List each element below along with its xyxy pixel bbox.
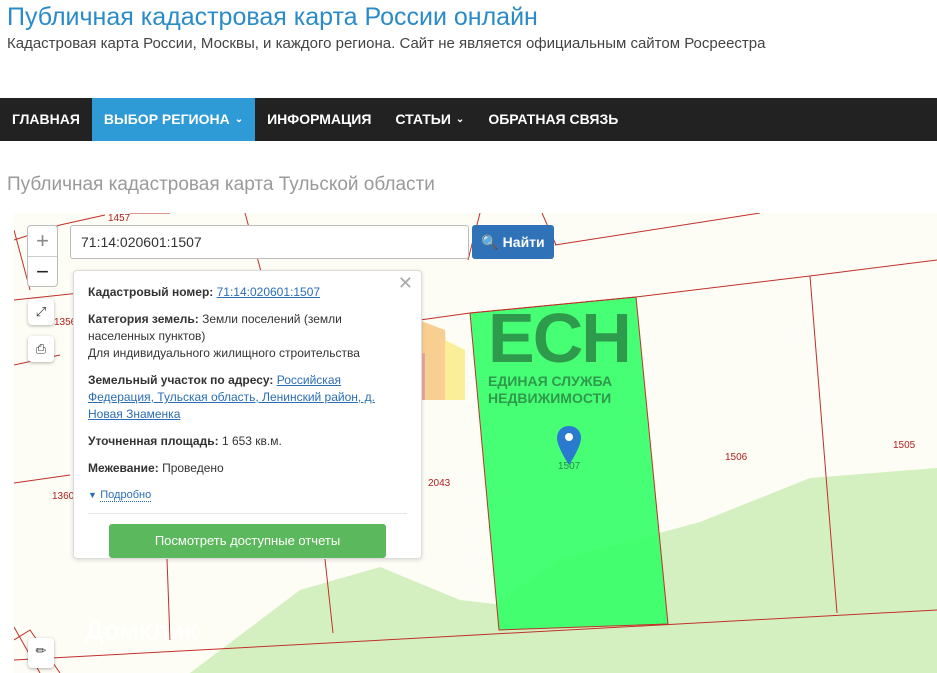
nav-label: ГЛАВНАЯ (12, 111, 80, 127)
field-value: 1 653 кв.м. (221, 434, 282, 448)
parcel-label: 1505 (893, 440, 916, 451)
nav-label: ВЫБОР РЕГИОНА (103, 111, 230, 127)
nav-home[interactable]: ГЛАВНАЯ (0, 98, 92, 141)
site-title[interactable]: Публичная кадастровая карта России онлай… (7, 3, 538, 32)
nav-label: ИНФОРМАЦИЯ (267, 111, 372, 127)
cadastral-number-link[interactable]: 71:14:020601:1507 (217, 285, 320, 299)
more-toggle[interactable]: ▼ Подробно (88, 487, 407, 502)
field-value: Проведено (162, 461, 224, 475)
fullscreen-icon[interactable]: ⤢ (28, 299, 54, 325)
cadastral-search-input[interactable]: 71:14:020601:1507 (70, 225, 469, 259)
esn-logo: ЕСН ЕДИНАЯ СЛУЖБА НЕДВИЖИМОСТИ (488, 299, 632, 407)
map-marker-icon[interactable] (555, 425, 583, 470)
logo-text: НЕДВИЖИМОСТИ (488, 390, 612, 406)
find-label: Найти (502, 234, 545, 250)
cadastral-number-row: Кадастровый номер: 71:14:020601:1507 (88, 284, 407, 301)
field-label: Уточненная площадь: (88, 434, 219, 448)
parcel-label: 1506 (725, 452, 748, 463)
field-value: Для индивидуального жилищного строительс… (88, 346, 360, 360)
find-button[interactable]: 🔍 Найти (472, 225, 554, 259)
more-link[interactable]: Подробно (100, 489, 152, 502)
view-reports-button[interactable]: Посмотреть доступные отчеты (109, 524, 386, 558)
area-row: Уточненная площадь: 1 653 кв.м. (88, 433, 407, 450)
zoom-out-button[interactable]: − (28, 256, 57, 286)
field-label: Земельный участок по адресу: (88, 373, 274, 387)
divider (88, 513, 407, 514)
parcel-label: 2043 (428, 478, 451, 489)
nav-feedback[interactable]: ОБРАТНАЯ СВЯЗЬ (476, 98, 630, 141)
close-icon[interactable]: ✕ (398, 273, 413, 294)
address-row: Земельный участок по адресу: Российская … (88, 372, 407, 423)
nav-label: СТАТЬИ (395, 111, 451, 127)
parcel-info-popup: ✕ Кадастровый номер: 71:14:020601:1507 К… (73, 270, 422, 559)
ruler-icon[interactable]: ✏ (28, 638, 54, 668)
zoom-in-button[interactable]: + (28, 226, 57, 256)
parcel-label: 1457 (108, 213, 131, 224)
site-subtitle: Кадастровая карта России, Москвы, и кажд… (7, 35, 766, 52)
field-label: Кадастровый номер: (88, 285, 214, 299)
chevron-down-icon: ⌄ (234, 114, 244, 125)
nav-info[interactable]: ИНФОРМАЦИЯ (255, 98, 383, 141)
nav-region[interactable]: ВЫБОР РЕГИОНА ⌄ (91, 98, 256, 141)
caret-down-icon: ▼ (88, 490, 97, 500)
nav-articles[interactable]: СТАТЬИ ⌄ (383, 98, 476, 141)
domclick-watermark: Домклик (85, 615, 198, 645)
logo-text: ЕДИНАЯ СЛУЖБА (488, 373, 613, 389)
search-icon: 🔍 (481, 234, 499, 250)
survey-row: Межевание: Проведено (88, 460, 407, 477)
nav-label: ОБРАТНАЯ СВЯЗЬ (488, 111, 619, 127)
main-nav: ГЛАВНАЯ ВЫБОР РЕГИОНА ⌄ ИНФОРМАЦИЯ СТАТЬИ… (0, 98, 937, 141)
logo-text: ЕСН (488, 299, 632, 377)
print-icon[interactable]: ⎙ (28, 336, 54, 362)
field-label: Межевание: (88, 461, 159, 475)
chevron-down-icon: ⌄ (455, 114, 465, 125)
zoom-control: + − (27, 225, 58, 287)
land-category-row: Категория земель: Земли поселений (земли… (88, 311, 407, 362)
field-label: Категория земель: (88, 312, 199, 326)
page-title: Публичная кадастровая карта Тульской обл… (7, 174, 435, 195)
parcel-label: 1360 (52, 491, 75, 502)
